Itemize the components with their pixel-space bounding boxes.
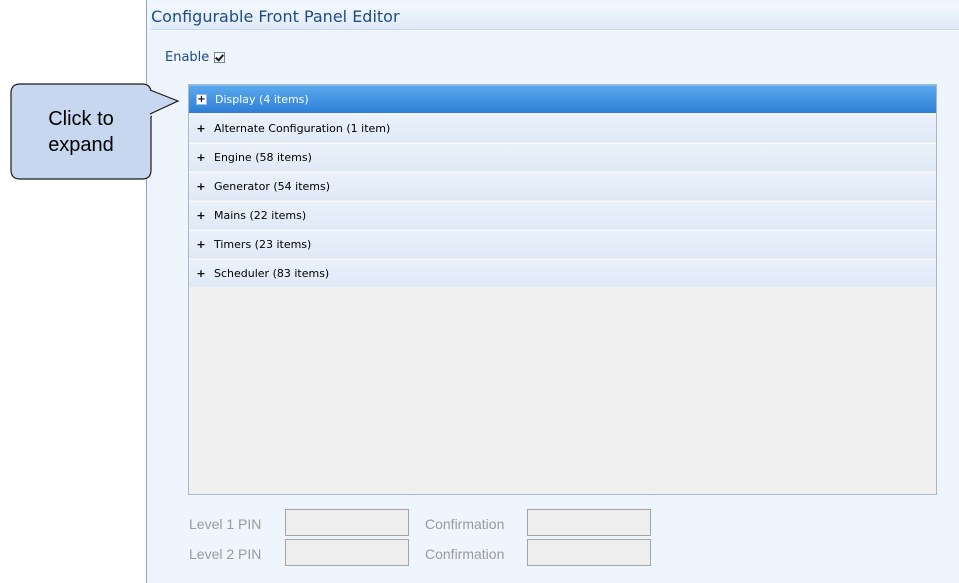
level1-pin-label: Level 1 PIN	[189, 516, 262, 532]
enable-checkbox[interactable]	[214, 52, 226, 63]
callout-text: Click to expand	[10, 83, 152, 180]
tree-item-alternate-configuration[interactable]: + Alternate Configuration (1 item)	[189, 114, 936, 142]
window-title: Configurable Front Panel Editor	[151, 4, 959, 30]
level2-pin-label: Level 2 PIN	[189, 546, 262, 562]
expand-plus-icon[interactable]: +	[196, 209, 206, 222]
expand-plus-icon[interactable]: +	[196, 122, 206, 135]
front-panel-editor-window: Configurable Front Panel Editor Enable +…	[146, 0, 959, 583]
level1-confirmation-label: Confirmation	[425, 516, 505, 532]
level2-confirmation-field[interactable]	[527, 539, 651, 566]
tree-item-label: Generator (54 items)	[214, 180, 331, 193]
expand-plus-icon[interactable]: +	[196, 180, 206, 193]
tree-item-display[interactable]: + Display (4 items)	[189, 85, 936, 113]
level1-pin-field[interactable]	[285, 509, 409, 536]
window-title-text: Configurable Front Panel Editor	[151, 7, 400, 26]
tree-item-label: Alternate Configuration (1 item)	[214, 122, 391, 135]
tree-item-scheduler[interactable]: + Scheduler (83 items)	[189, 259, 936, 287]
expand-plus-icon[interactable]: +	[196, 94, 207, 105]
enable-row: Enable	[165, 50, 226, 65]
tree-item-engine[interactable]: + Engine (58 items)	[189, 143, 936, 171]
tree-item-mains[interactable]: + Mains (22 items)	[189, 201, 936, 229]
callout-pointer-shape	[149, 89, 180, 115]
tree-item-generator[interactable]: + Generator (54 items)	[189, 172, 936, 200]
level2-confirmation-label: Confirmation	[425, 546, 505, 562]
tree-item-label: Timers (23 items)	[214, 238, 312, 251]
enable-label: Enable	[165, 50, 210, 65]
tree-item-timers[interactable]: + Timers (23 items)	[189, 230, 936, 258]
tree-item-label: Display (4 items)	[215, 93, 309, 106]
expand-plus-icon[interactable]: +	[196, 151, 206, 164]
callout-pointer	[147, 89, 180, 115]
expand-plus-icon[interactable]: +	[196, 238, 206, 251]
tree-item-label: Mains (22 items)	[214, 209, 307, 222]
tree-item-label: Engine (58 items)	[214, 151, 312, 164]
callout-line-1: Click to	[48, 107, 114, 130]
callout-line-2: expand	[48, 133, 114, 156]
category-tree[interactable]: + Display (4 items) + Alternate Configur…	[188, 84, 937, 495]
expand-plus-icon[interactable]: +	[196, 267, 206, 280]
level1-confirmation-field[interactable]	[527, 509, 651, 536]
level2-pin-field[interactable]	[285, 539, 409, 566]
tree-item-label: Scheduler (83 items)	[214, 267, 330, 280]
